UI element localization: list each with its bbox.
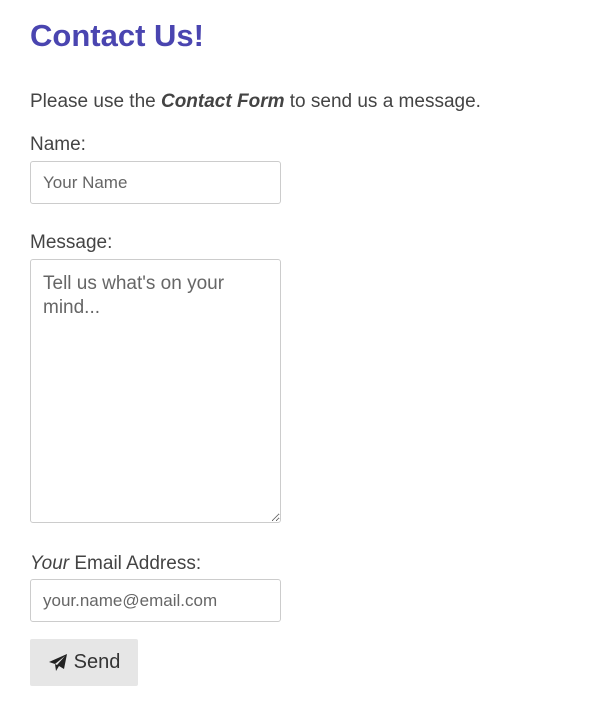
message-label: Message: [30, 232, 113, 253]
name-input[interactable] [30, 161, 281, 204]
page-title: Contact Us! [30, 18, 204, 53]
email-label: Your Email Address: [30, 553, 201, 575]
intro-text: Please use the Contact Form to send us a… [30, 91, 481, 113]
intro-text-after: to send us a message. [284, 91, 481, 112]
name-label: Name: [30, 134, 86, 155]
intro-text-before: Please use the [30, 91, 161, 112]
paper-plane-icon [48, 653, 68, 673]
email-label-rest: Email Address: [69, 553, 202, 574]
email-label-emphasis: Your [30, 553, 70, 574]
email-input[interactable] [30, 579, 281, 622]
send-button-label: Send [73, 651, 121, 673]
send-button[interactable]: Send [30, 639, 138, 686]
intro-text-emphasis: Contact Form [160, 91, 285, 112]
message-textarea[interactable] [30, 259, 281, 523]
